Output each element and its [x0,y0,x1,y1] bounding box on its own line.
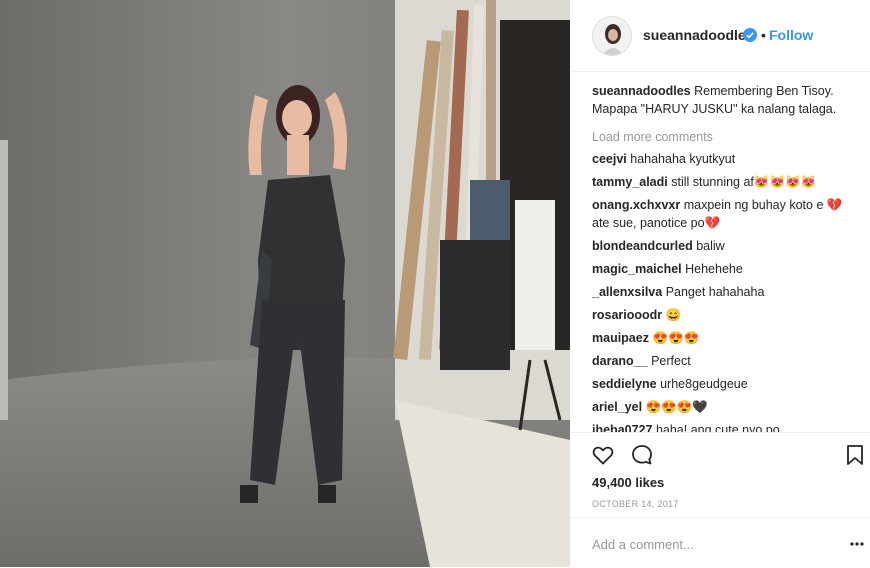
post-actions [570,432,870,473]
avatar-image [593,17,631,55]
heart-icon[interactable] [591,443,615,467]
comment-username[interactable]: tammy_aladi [592,175,668,189]
post-side-panel: sueannadoodles • Follow sueannadoodles R… [570,0,870,567]
comment-username[interactable]: blondeandcurled [592,239,693,253]
comment-text: baliw [696,239,725,253]
comment-row: ceejvi hahahaha kyutkyut [592,150,854,168]
add-comment-input[interactable]: Add a comment... [592,537,694,552]
post-caption: sueannadoodles Remembering Ben Tisoy. Ma… [592,82,854,118]
comment-username[interactable]: darano__ [592,354,648,368]
post-date[interactable]: OCTOBER 14, 2017 [592,499,679,509]
comment-row: magic_maichel Hehehehe [592,260,854,278]
post-photo[interactable] [0,0,570,567]
comment-row: mauipaez 😍😍😍 [592,329,854,347]
separator-dot: • [761,27,766,43]
photo-illustration [0,0,570,567]
add-comment-bar: Add a comment... [570,517,870,568]
comment-username[interactable]: seddielyne [592,377,657,391]
comment-text: haha! ang cute nyo po [655,423,780,432]
comment-username[interactable]: mauipaez [592,331,649,345]
comment-text: Perfect [651,354,691,368]
comment-username[interactable]: iheba0727 [592,423,652,432]
comment-text: 😍😍😍 [652,331,700,345]
comment-text: urhe8geudgeue [660,377,748,391]
bookmark-icon[interactable] [843,443,867,467]
post-username[interactable]: sueannadoodles [643,27,753,43]
comment-username[interactable]: magic_maichel [592,262,682,276]
comment-text: Panget hahahaha [665,285,765,299]
comment-row: ariel_yel 😍😍😍🖤 [592,398,854,416]
comment-text: 😍😍😍🖤 [645,400,708,414]
verified-badge-icon [743,28,757,42]
comment-row: rosariooodr 😄 [592,306,854,324]
comment-row: iheba0727 haha! ang cute nyo po [592,421,854,432]
comment-row: _allenxsilva Panget hahahaha [592,283,854,301]
load-more-comments-link[interactable]: Load more comments [592,128,854,146]
comment-row: darano__ Perfect [592,352,854,370]
avatar[interactable] [592,16,632,56]
comment-text: 😄 [665,308,682,322]
like-count[interactable]: 49,400 likes [592,475,664,490]
comment-text: still stunning af😻😻😻😻 [671,175,817,189]
comment-row: blondeandcurled baliw [592,237,854,255]
more-options-icon[interactable] [850,542,864,546]
comment-username[interactable]: rosariooodr [592,308,662,322]
comment-username[interactable]: ceejvi [592,152,627,166]
comment-row: onang.xchxvxr maxpein ng buhay koto e 💔a… [592,196,854,232]
comments-container: ceejvi hahahaha kyutkyut tammy_aladi stil… [592,150,854,432]
comment-list[interactable]: sueannadoodles Remembering Ben Tisoy. Ma… [592,82,854,432]
follow-button[interactable]: Follow [769,27,813,43]
post-header: sueannadoodles • Follow [570,0,870,72]
comment-text: Hehehehe [685,262,743,276]
caption-username[interactable]: sueannadoodles [592,84,691,98]
comment-text: hahahaha kyutkyut [630,152,736,166]
comment-username[interactable]: ariel_yel [592,400,642,414]
comment-icon[interactable] [630,443,654,467]
comment-username[interactable]: onang.xchxvxr [592,198,680,212]
comment-row: seddielyne urhe8geudgeue [592,375,854,393]
comment-row: tammy_aladi still stunning af😻😻😻😻 [592,173,854,191]
comment-username[interactable]: _allenxsilva [592,285,662,299]
